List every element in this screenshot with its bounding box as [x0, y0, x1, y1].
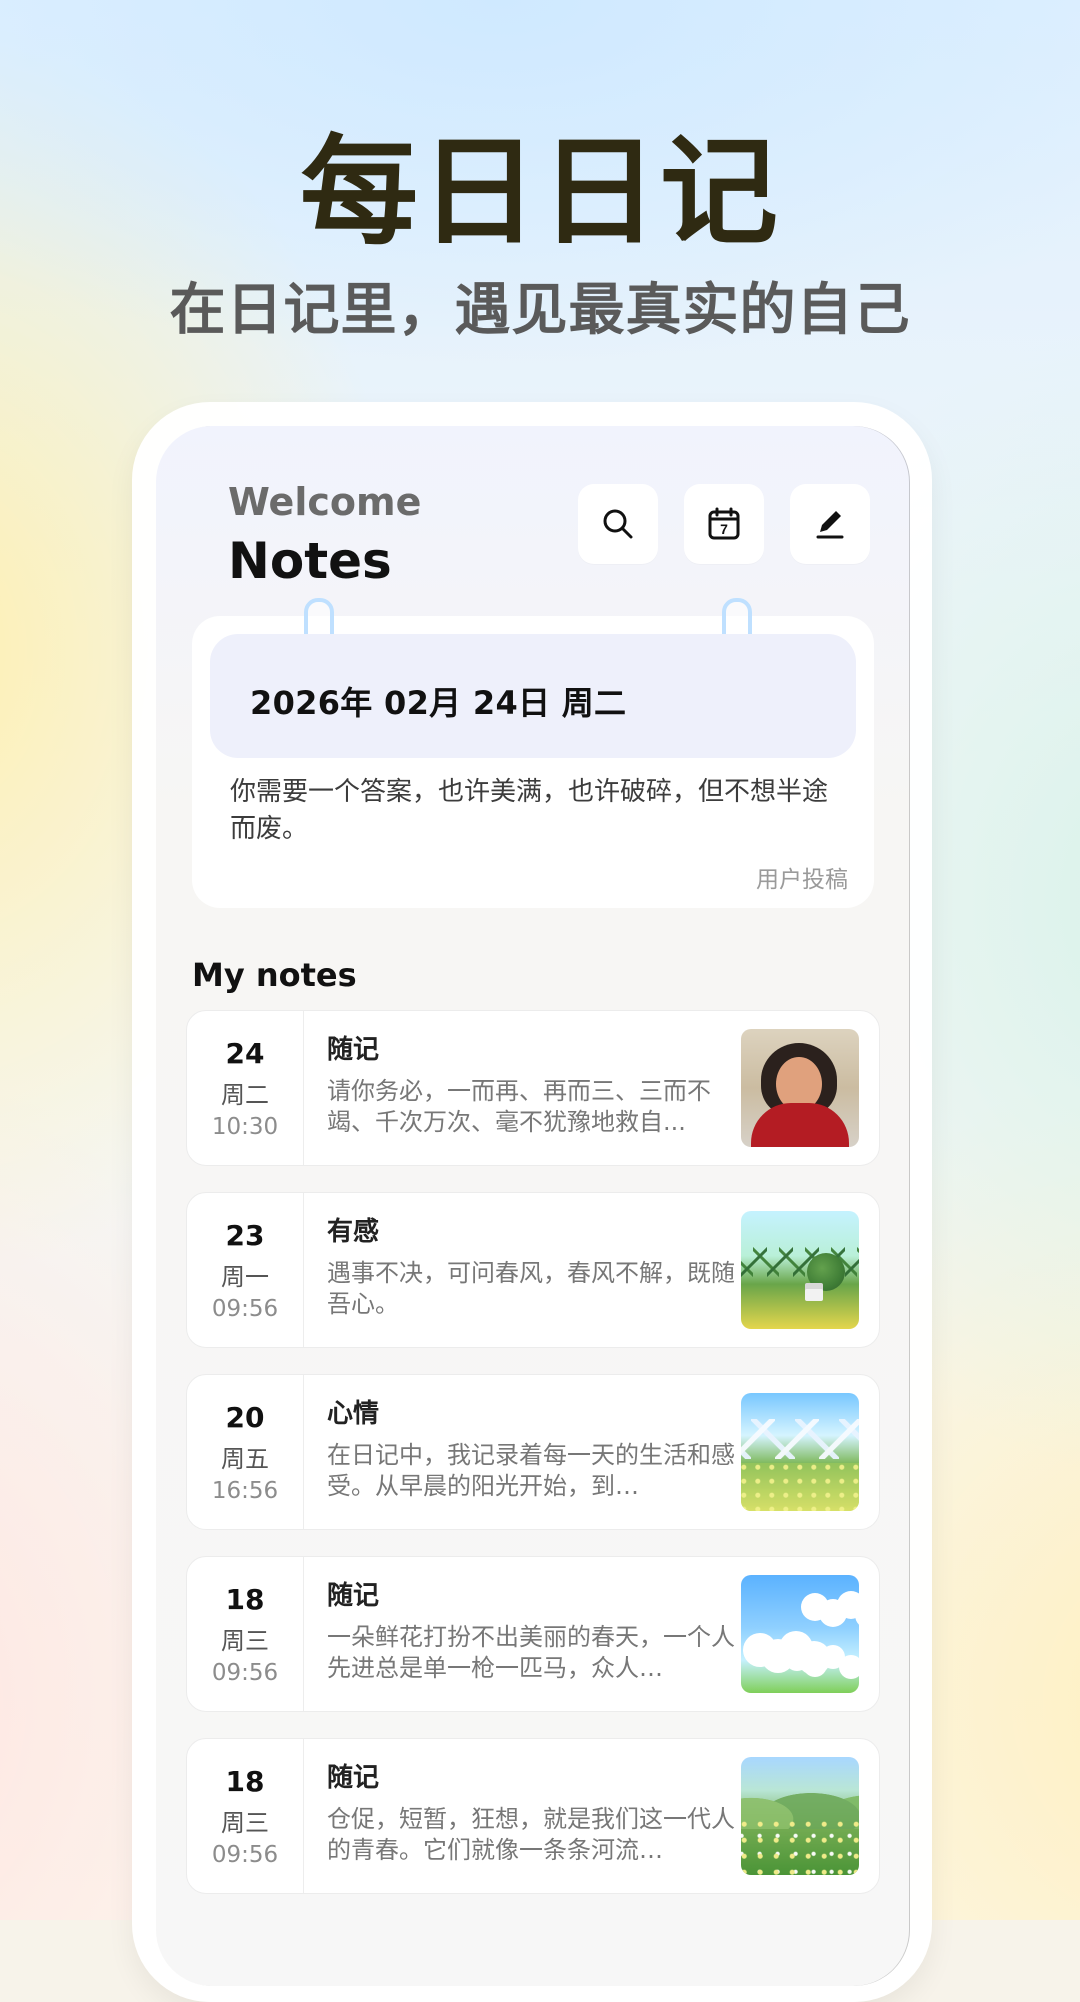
note-title: 随记 — [327, 1763, 380, 1793]
hero-title: 每日日记 — [299, 123, 780, 261]
note-thumbnail — [741, 1211, 859, 1329]
note-content: 随记 请你务必，一而再、再而三、三而不竭、千次万次、毫不犹豫地救自... — [327, 1029, 737, 1138]
edit-button[interactable] — [790, 484, 870, 564]
note-time: 10:30 — [211, 1113, 279, 1140]
note-content: 随记 一朵鲜花打扮不出美丽的春天，一个人先进总是单一枪一匹马，众人… — [327, 1575, 737, 1684]
note-thumbnail — [741, 1757, 859, 1875]
note-weekday: 周三 — [221, 1626, 269, 1655]
flower-dots — [741, 1821, 859, 1875]
house-shape — [805, 1289, 823, 1301]
note-weekday: 周三 — [221, 1808, 269, 1837]
note-content: 有感 遇事不决，可问春风，春风不解，既随吾心。 — [327, 1211, 737, 1320]
note-title: 随记 — [327, 1035, 380, 1065]
note-title: 随记 — [327, 1581, 380, 1611]
note-content: 心情 在日记中，我记录着每一天的生活和感受。从早晨的阳光开始，到… — [327, 1393, 737, 1502]
note-preview: 遇事不决，可问春风，春风不解，既随吾心。 — [327, 1259, 735, 1318]
my-notes-title: My notes — [192, 956, 357, 994]
note-date: 20 周五 16:56 — [187, 1375, 304, 1529]
date-strip: 2026年 02月 24日 周二 — [210, 634, 856, 758]
current-date: 2026年 02月 24日 周二 — [250, 684, 627, 722]
note-day: 24 — [225, 1036, 265, 1070]
note-thumbnail — [741, 1393, 859, 1511]
cloud-shape — [785, 1647, 809, 1671]
snowy-peaks — [741, 1419, 859, 1459]
note-day: 18 — [225, 1764, 265, 1798]
big-tree — [807, 1253, 845, 1291]
portrait-thumbnail — [741, 1029, 859, 1147]
note-card[interactable]: 18 周三 09:56 随记 一朵鲜花打扮不出美丽的春天，一个人先进总是单一枪一… — [186, 1556, 880, 1712]
meadow-thumbnail — [741, 1211, 859, 1329]
note-weekday: 周一 — [221, 1262, 269, 1291]
note-day: 20 — [225, 1400, 265, 1434]
note-list: 24 周二 10:30 随记 请你务必，一而再、再而三、三而不竭、千次万次、毫不… — [186, 1010, 880, 1920]
screen-title: Notes — [228, 532, 392, 590]
note-card[interactable]: 20 周五 16:56 心情 在日记中，我记录着每一天的生活和感受。从早晨的阳光… — [186, 1374, 880, 1530]
welcome-text: Welcome — [228, 480, 422, 524]
cloud-shape — [743, 1633, 777, 1667]
calendar-button[interactable]: 7 — [684, 484, 764, 564]
note-date: 24 周二 10:30 — [187, 1011, 304, 1165]
edit-icon — [816, 511, 844, 539]
note-weekday: 周五 — [221, 1444, 269, 1473]
note-time: 09:56 — [211, 1841, 279, 1868]
shirt-shape — [751, 1103, 849, 1147]
cloud-shape — [801, 1593, 829, 1621]
search-button[interactable] — [578, 484, 658, 564]
search-icon — [603, 509, 633, 539]
note-preview: 请你务必，一而再、再而三、三而不竭、千次万次、毫不犹豫地救自... — [327, 1077, 711, 1136]
note-content: 随记 仓促，短暂，狂想，就是我们这一代人的青春。它们就像一条条河流… — [327, 1757, 737, 1866]
screen-header: Welcome Notes — [228, 480, 421, 590]
quote-author: 用户投稿 — [756, 867, 848, 893]
note-time: 09:56 — [211, 1659, 279, 1686]
note-date: 23 周一 09:56 — [187, 1193, 304, 1347]
field-thumbnail — [741, 1757, 859, 1875]
note-card[interactable]: 23 周一 09:56 有感 遇事不决，可问春风，春风不解，既随吾心。 — [186, 1192, 880, 1348]
hero-subtitle: 在日记里，遇见最真实的自己 — [169, 278, 911, 343]
note-day: 23 — [225, 1218, 265, 1252]
note-title: 有感 — [327, 1217, 380, 1247]
note-thumbnail — [741, 1029, 859, 1147]
note-date: 18 周三 09:56 — [187, 1739, 304, 1893]
daily-quote-card: 2026年 02月 24日 周二 你需要一个答案，也许美满，也许破碎，但不想半途… — [192, 598, 874, 908]
note-date: 18 周三 09:56 — [187, 1557, 304, 1711]
note-day: 18 — [225, 1582, 265, 1616]
note-time: 09:56 — [211, 1295, 279, 1322]
note-preview: 一朵鲜花打扮不出美丽的春天，一个人先进总是单一枪一匹马，众人… — [327, 1623, 735, 1682]
note-preview: 在日记中，我记录着每一天的生活和感受。从早晨的阳光开始，到… — [327, 1441, 735, 1500]
calendar-icon: 7 — [708, 507, 740, 540]
daily-quote: 你需要一个答案，也许美满，也许破碎，但不想半途而废。 — [230, 777, 829, 844]
flower-field — [741, 1463, 859, 1511]
note-preview: 仓促，短暂，狂想，就是我们这一代人的青春。它们就像一条条河流… — [327, 1805, 735, 1864]
note-title: 心情 — [327, 1399, 380, 1429]
phone-screen: Welcome Notes 7 2026年 02月 24日 周二 你需要一个答案… — [156, 426, 910, 1986]
cloud-thumbnail — [741, 1575, 859, 1693]
note-weekday: 周二 — [221, 1080, 269, 1109]
note-card[interactable]: 24 周二 10:30 随记 请你务必，一而再、再而三、三而不竭、千次万次、毫不… — [186, 1010, 880, 1166]
top-actions: 7 — [578, 484, 870, 564]
note-time: 16:56 — [211, 1477, 279, 1504]
note-card[interactable]: 18 周三 09:56 随记 仓促，短暂，狂想，就是我们这一代人的青春。它们就像… — [186, 1738, 880, 1894]
mountain-thumbnail — [741, 1393, 859, 1511]
note-thumbnail — [741, 1575, 859, 1693]
calendar-day-number: 7 — [720, 521, 728, 537]
